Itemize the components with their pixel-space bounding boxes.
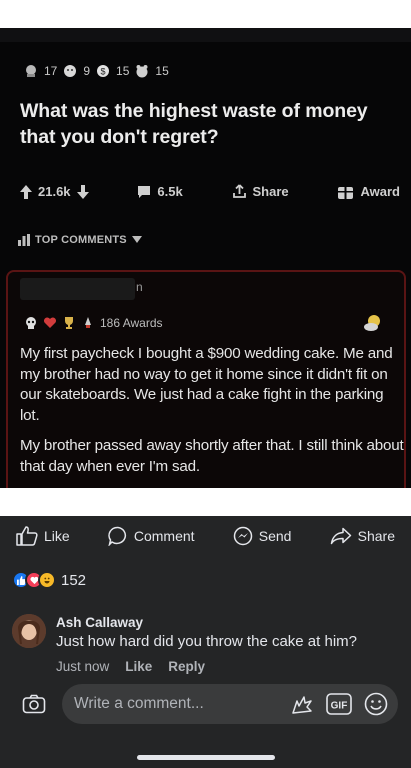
svg-text:$: $ (101, 67, 106, 77)
share-label-fb: Share (357, 528, 395, 544)
share-upload-icon (232, 184, 246, 198)
heart-award-icon (43, 317, 57, 328)
share-label: Share (252, 184, 289, 199)
comment-count: 6.5k (157, 184, 183, 199)
like-label: Like (44, 528, 70, 544)
caret-down-icon (131, 236, 142, 243)
camera-icon[interactable] (22, 694, 46, 714)
top-comment-card: n 186 Awards My first paycheck I bought … (6, 270, 406, 488)
gold-award-icon: $ (97, 65, 110, 77)
vote-control[interactable]: 21.6k (20, 184, 89, 199)
downvote-arrow-icon[interactable] (76, 184, 89, 199)
comment-input[interactable] (74, 684, 274, 724)
top-comments-sort[interactable]: TOP COMMENTS (18, 234, 142, 246)
send-label: Send (258, 528, 292, 544)
gif-icon[interactable]: GIF (326, 693, 352, 715)
haha-reaction-icon (38, 571, 56, 589)
award-count: 9 (83, 64, 91, 78)
comments-button[interactable]: 6.5k (137, 184, 183, 199)
comment-bubble-icon (138, 185, 151, 198)
comment-text: Just how hard did you throw the cake at … (56, 633, 357, 650)
facebook-post-footer: Like Comment Send Share 152 Ash Callaway… (0, 516, 411, 768)
upvote-arrow-icon[interactable] (20, 184, 32, 199)
share-arrow-icon (330, 527, 351, 545)
embedded-reddit-screenshot: 17 9 $ 15 15 What was the highest waste … (0, 28, 411, 488)
gift-icon (338, 187, 354, 199)
comment-label: Comment (133, 528, 195, 544)
sticker-icon[interactable] (290, 692, 314, 716)
post-action-bar: 21.6k 6.5k Share Award (20, 183, 400, 200)
write-comment-field[interactable]: GIF (62, 684, 398, 724)
award-button[interactable]: Award (337, 183, 400, 200)
post-awards-row: 17 9 $ 15 15 (24, 64, 169, 78)
silver-award-icon (26, 65, 36, 77)
bar-chart-icon (18, 234, 30, 246)
messenger-icon (233, 526, 252, 546)
comment-awards-count: 186 Awards (100, 316, 163, 330)
emoji-icon[interactable] (364, 692, 388, 716)
thumbs-up-icon (16, 526, 38, 546)
wholesome-award-icon (136, 65, 148, 78)
comment-meta: Just now Like Reply (56, 659, 205, 674)
send-button[interactable]: Send (233, 526, 292, 546)
comment-reply-link[interactable]: Reply (168, 659, 205, 674)
screenshot-top-strip (0, 28, 411, 42)
like-button[interactable]: Like (16, 526, 70, 546)
avatar[interactable] (12, 614, 46, 648)
award-label: Award (360, 184, 400, 199)
speech-bubble-icon (108, 526, 126, 546)
sun-cloud-award-icon (364, 315, 380, 331)
award-count: 15 (116, 64, 130, 78)
reaction-summary[interactable]: 152 (12, 571, 86, 589)
top-comments-label: TOP COMMENTS (35, 234, 127, 246)
share-button[interactable]: Share (232, 184, 289, 199)
comment-awards-row: 186 Awards (24, 316, 163, 330)
comment-body: My first paycheck I bought a $900 weddin… (20, 344, 405, 477)
helpful-award-icon (64, 65, 77, 77)
composer-icons: GIF (290, 692, 388, 716)
skull-award-icon (26, 317, 36, 329)
award-count: 17 (44, 64, 58, 78)
comment-paragraph: My first paycheck I bought a $900 weddin… (20, 345, 393, 424)
fb-action-bar: Like Comment Send Share (0, 526, 411, 546)
upvote-count: 21.6k (38, 184, 71, 199)
svg-text:GIF: GIF (331, 701, 348, 712)
home-indicator[interactable] (137, 755, 275, 760)
share-button-fb[interactable]: Share (330, 526, 395, 546)
username-tail: n (136, 280, 143, 294)
rocket-award-icon (85, 317, 91, 328)
award-count: 15 (155, 64, 169, 78)
comment-like-link[interactable]: Like (125, 659, 152, 674)
trophy-award-icon (65, 317, 73, 329)
reaction-count: 152 (61, 571, 87, 589)
comment-paragraph: My brother passed away shortly after tha… (20, 437, 404, 475)
comment-button[interactable]: Comment (108, 526, 195, 546)
comment-timestamp: Just now (56, 659, 110, 674)
redacted-username (20, 278, 135, 300)
post-title: What was the highest waste of money that… (20, 100, 368, 148)
comment-author-name[interactable]: Ash Callaway (56, 615, 143, 630)
